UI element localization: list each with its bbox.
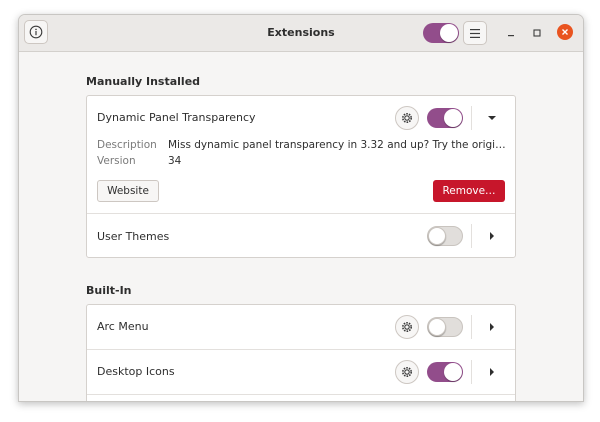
toggle-knob bbox=[428, 227, 446, 245]
row-separator bbox=[87, 349, 515, 350]
divider bbox=[471, 315, 472, 339]
divider bbox=[471, 106, 472, 130]
toggle-knob bbox=[440, 24, 458, 42]
maximize-icon bbox=[533, 29, 541, 37]
remove-button[interactable]: Remove… bbox=[433, 180, 505, 202]
chevron-right-icon bbox=[490, 232, 494, 240]
settings-button[interactable] bbox=[395, 315, 419, 339]
extensions-window: Extensions Manually Installed Dynamic Pa… bbox=[18, 14, 584, 402]
gear-icon bbox=[402, 322, 412, 332]
expand-button[interactable] bbox=[485, 365, 499, 379]
hamburger-menu-icon bbox=[470, 28, 480, 38]
chevron-right-icon bbox=[490, 323, 494, 331]
close-icon bbox=[562, 29, 568, 35]
toggle-knob bbox=[428, 318, 446, 336]
description-value: Miss dynamic panel transparency in 3.32 … bbox=[168, 139, 506, 151]
website-button[interactable]: Website bbox=[97, 180, 159, 202]
minimize-icon bbox=[508, 35, 514, 37]
gear-icon bbox=[402, 113, 412, 123]
window-title: Extensions bbox=[267, 26, 335, 39]
extension-toggle[interactable] bbox=[427, 108, 463, 128]
settings-button[interactable] bbox=[395, 106, 419, 130]
description-label: Description bbox=[97, 139, 157, 151]
extension-name: User Themes bbox=[97, 230, 170, 243]
extension-toggle[interactable] bbox=[427, 362, 463, 382]
extension-toggle[interactable] bbox=[427, 317, 463, 337]
expand-button[interactable] bbox=[485, 229, 499, 243]
section-title-built-in: Built-In bbox=[86, 284, 132, 297]
extension-name: Desktop Icons bbox=[97, 365, 175, 378]
settings-button[interactable] bbox=[395, 360, 419, 384]
chevron-down-icon bbox=[488, 116, 496, 120]
manually-installed-list: Dynamic Panel Transparency Description M… bbox=[86, 95, 516, 258]
version-value: 34 bbox=[168, 155, 182, 167]
toggle-knob bbox=[444, 109, 462, 127]
extension-name: Dynamic Panel Transparency bbox=[97, 111, 256, 124]
chevron-right-icon bbox=[490, 368, 494, 376]
expand-button[interactable] bbox=[485, 320, 499, 334]
gear-icon bbox=[402, 367, 412, 377]
row-separator bbox=[87, 213, 515, 214]
built-in-list: Arc Menu Desktop Icons bbox=[86, 304, 516, 401]
toggle-knob bbox=[444, 363, 462, 381]
section-title-manually-installed: Manually Installed bbox=[86, 75, 201, 88]
collapse-button[interactable] bbox=[485, 111, 499, 125]
header-bar: Extensions bbox=[19, 15, 583, 52]
main-menu-button[interactable] bbox=[463, 21, 487, 45]
close-button[interactable] bbox=[557, 24, 573, 40]
divider bbox=[471, 360, 472, 384]
version-label: Version bbox=[97, 155, 136, 167]
minimize-button[interactable] bbox=[503, 25, 519, 41]
maximize-button[interactable] bbox=[529, 25, 545, 41]
divider bbox=[471, 224, 472, 248]
row-separator bbox=[87, 394, 515, 395]
extension-toggle[interactable] bbox=[427, 226, 463, 246]
global-extensions-toggle[interactable] bbox=[423, 23, 459, 43]
extension-name: Arc Menu bbox=[97, 320, 149, 333]
